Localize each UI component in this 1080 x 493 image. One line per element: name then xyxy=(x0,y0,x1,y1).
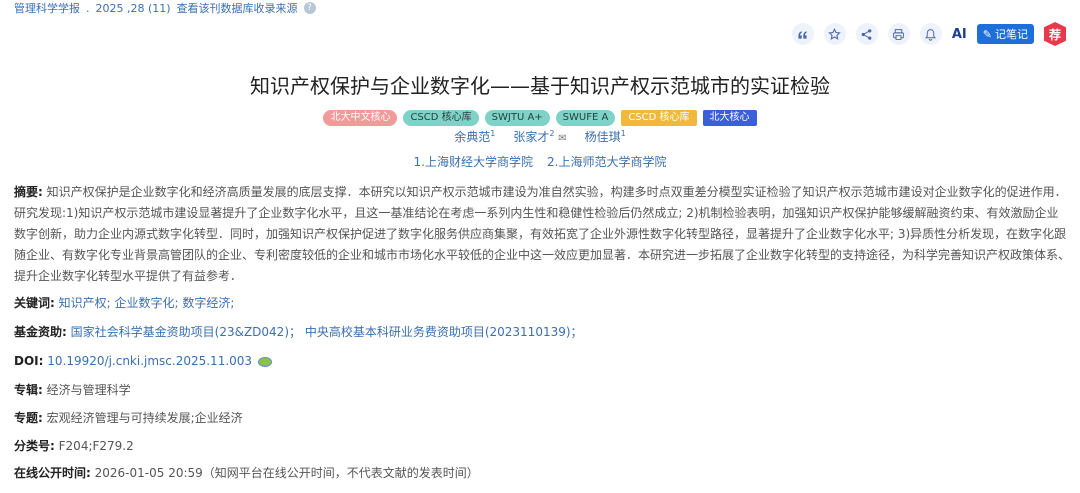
affiliation-link[interactable]: 1.上海财经大学商学院 xyxy=(414,153,533,170)
recommend-button[interactable]: 荐 xyxy=(1044,22,1066,46)
index-badges: 北大中文核心 CSCD 核心库 SWJTU A+ SWUFE A CSCD 核心… xyxy=(0,110,1080,126)
author-list: 余典范1 张家才2 ✉ 杨佳琪1 xyxy=(0,128,1080,145)
bell-icon[interactable] xyxy=(919,23,942,45)
article-title: 知识产权保护与企业数字化——基于知识产权示范城市的实证检验 xyxy=(250,74,830,98)
author-link[interactable]: 杨佳琪1 xyxy=(585,128,626,145)
note-edit-icon: ✎ xyxy=(982,27,992,41)
badge-pku-core-2: 北大核心 xyxy=(702,110,757,126)
subject-row: 专题: 宏观经济管理与可持续发展;企业经济 xyxy=(14,408,243,429)
badge-cscd-core: CSCD 核心库 xyxy=(403,110,479,126)
subject-label: 专题: xyxy=(14,411,43,425)
question-icon[interactable]: ? xyxy=(303,2,316,14)
take-notes-button[interactable]: ✎ 记笔记 xyxy=(976,24,1034,44)
author-link[interactable]: 张家才2 ✉ xyxy=(513,128,566,145)
source-line: 管理科学学报 . 2025 ,28 (11) 查看该刊数据库收录来源 ? xyxy=(14,0,316,16)
abstract-row: 摘要: 知识产权保护是企业数字化和经济高质量发展的底层支撑．本研究以知识产权示范… xyxy=(14,182,1070,287)
article-toolbar: AI ✎ 记笔记 荐 xyxy=(791,22,1066,46)
print-icon[interactable] xyxy=(887,23,910,45)
badge-cscd-core-2: CSCD 核心库 xyxy=(621,110,697,126)
abstract-label: 摘要: xyxy=(14,185,43,199)
take-notes-label: 记笔记 xyxy=(995,28,1028,41)
series-value: 经济与管理科学 xyxy=(46,383,131,397)
badge-pku-core: 北大中文核心 xyxy=(323,110,398,126)
subject-value: 宏观经济管理与可持续发展;企业经济 xyxy=(46,411,243,425)
mail-icon: ✉ xyxy=(558,133,567,144)
doi-label: DOI: xyxy=(14,354,44,368)
pubtime-row: 在线公开时间: 2026-01-05 20:59（知网平台在线公开时间，不代表文… xyxy=(14,463,479,484)
journal-link[interactable]: 管理科学学报 xyxy=(14,0,80,16)
author-link[interactable]: 余典范1 xyxy=(454,128,495,145)
series-row: 专辑: 经济与管理科学 xyxy=(14,380,131,401)
series-label: 专辑: xyxy=(14,383,43,397)
keyword-link[interactable]: 知识产权; xyxy=(59,296,111,310)
keywords-row: 关键词: 知识产权; 企业数字化; 数字经济; xyxy=(14,293,234,314)
quote-icon[interactable] xyxy=(791,23,814,45)
issue-link[interactable]: 2025 ,28 (11) xyxy=(96,2,171,15)
funding-label: 基金资助: xyxy=(14,325,67,339)
globe-icon[interactable] xyxy=(257,356,272,367)
doi-row: DOI: 10.19920/j.cnki.jmsc.2025.11.003 xyxy=(14,351,272,372)
class-row: 分类号: F204;F279.2 xyxy=(14,436,134,457)
keywords-label: 关键词: xyxy=(14,296,55,310)
funding-link[interactable]: 国家社会科学基金资助项目(23&ZD042)； xyxy=(71,325,301,339)
abstract-text: 知识产权保护是企业数字化和经济高质量发展的底层支撑．本研究以知识产权示范城市建设… xyxy=(14,185,1071,283)
keyword-link[interactable]: 数字经济; xyxy=(182,296,234,310)
source-separator: . xyxy=(86,1,90,15)
ai-button[interactable]: AI xyxy=(952,23,967,45)
doi-link[interactable]: 10.19920/j.cnki.jmsc.2025.11.003 xyxy=(47,354,252,368)
share-icon[interactable] xyxy=(855,23,878,45)
badge-swjtu: SWJTU A+ xyxy=(484,110,550,126)
keyword-link[interactable]: 企业数字化; xyxy=(115,296,179,310)
pubtime-value: 2026-01-05 20:59（知网平台在线公开时间，不代表文献的发表时间） xyxy=(94,466,479,480)
funding-link[interactable]: 中央高校基本科研业务费资助项目(2023110139)； xyxy=(305,325,583,339)
funding-row: 基金资助: 国家社会科学基金资助项目(23&ZD042)； 中央高校基本科研业务… xyxy=(14,322,583,343)
affiliation-list: 1.上海财经大学商学院 2.上海师范大学商学院 xyxy=(0,153,1080,170)
affiliation-link[interactable]: 2.上海师范大学商学院 xyxy=(547,153,666,170)
class-value: F204;F279.2 xyxy=(58,439,134,453)
badge-swufe: SWUFE A xyxy=(555,110,616,126)
db-source-link[interactable]: 查看该刊数据库收录来源 xyxy=(177,0,298,16)
class-label: 分类号: xyxy=(14,439,55,453)
star-icon[interactable] xyxy=(823,23,846,45)
pubtime-label: 在线公开时间: xyxy=(14,466,91,480)
